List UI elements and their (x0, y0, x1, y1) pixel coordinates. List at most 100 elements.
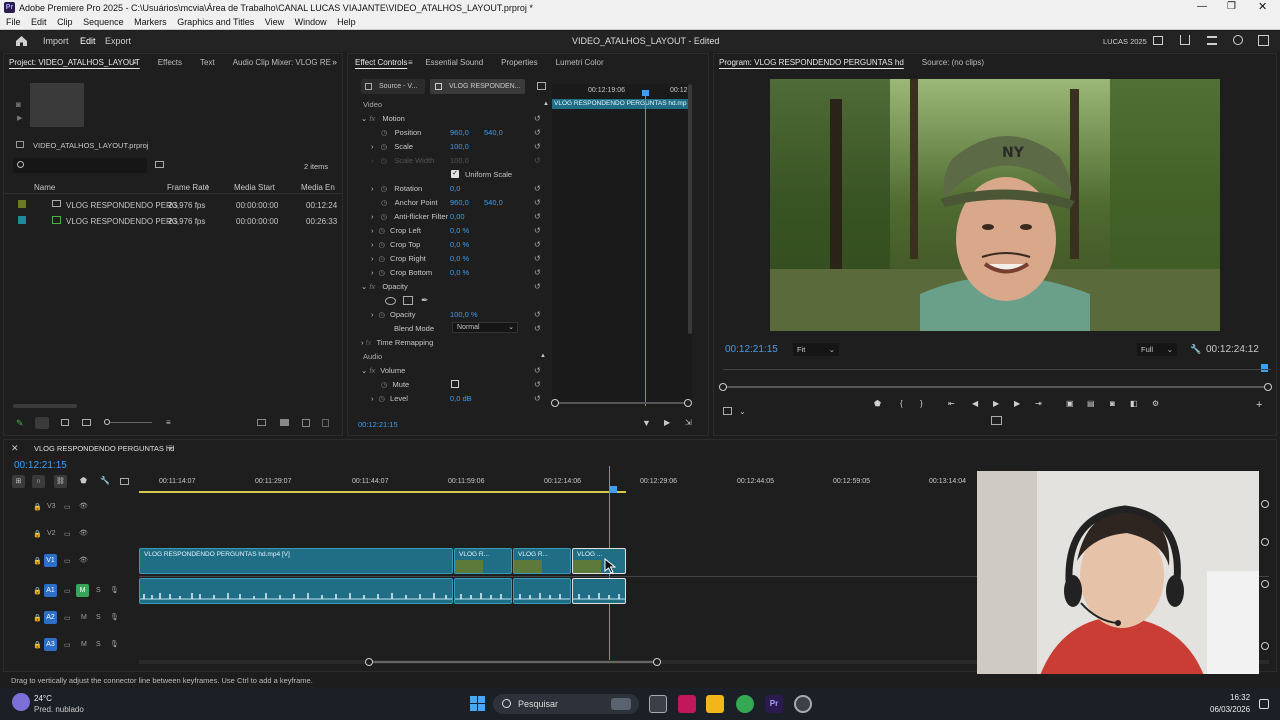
nest-icon[interactable]: ⊞ (12, 475, 25, 488)
program-zoom-bar[interactable] (723, 386, 1271, 388)
program-playhead-marker[interactable] (1261, 364, 1268, 372)
audio-clip-selected[interactable] (572, 578, 626, 604)
solo-button[interactable]: S (96, 641, 101, 648)
audio-clip-main[interactable] (139, 578, 453, 604)
proxy-icon[interactable]: ⚙ (1152, 399, 1159, 408)
reset-icon[interactable]: ↺ (534, 126, 546, 140)
reset-icon[interactable]: ↺ (534, 140, 546, 154)
menu-graphics[interactable]: Graphics and Titles (177, 16, 254, 29)
chevron-right-icon[interactable]: › (361, 338, 364, 347)
new-item-icon[interactable] (302, 419, 310, 427)
reset-icon[interactable]: ↺ (534, 364, 546, 378)
fit-select[interactable]: Fit ⌄ (793, 343, 839, 356)
reset-icon[interactable]: ↺ (534, 280, 546, 294)
solo-button[interactable]: S (96, 587, 101, 594)
zoom-handle-left[interactable] (719, 383, 727, 391)
effect-playhead[interactable] (645, 90, 646, 406)
trash-icon[interactable] (322, 419, 329, 427)
work-area-bar[interactable] (139, 491, 626, 493)
anchor-y-value[interactable]: 540,0 (484, 198, 503, 207)
crop-left-value[interactable]: 0,0 % (450, 226, 469, 235)
export-icon[interactable]: ⇲ (685, 418, 692, 427)
new-bin-icon[interactable] (280, 419, 289, 426)
tab-effects[interactable]: Effects (158, 54, 182, 71)
time-remap-row[interactable]: › fx Time Remapping (361, 338, 433, 347)
opacity-value[interactable]: 100,0 % (450, 310, 478, 319)
stopwatch-icon[interactable]: ◷ (381, 128, 388, 137)
insert-icon[interactable]: ▣ (1066, 399, 1074, 408)
reset-icon[interactable]: ↺ (534, 210, 546, 224)
clip-selector[interactable]: VLOG RESPONDEN... (430, 79, 525, 94)
clock-time[interactable]: 16:32 (1230, 693, 1250, 702)
toggle-timeline-icon[interactable] (537, 82, 546, 90)
close-sequence-icon[interactable]: ✕ (11, 443, 19, 454)
safe-margins-icon[interactable] (723, 407, 732, 415)
tab-text[interactable]: Text (200, 54, 215, 71)
reset-icon[interactable]: ↺ (534, 252, 546, 266)
wrench-icon[interactable]: 🔧 (100, 476, 110, 485)
reset-icon[interactable]: ↺ (534, 378, 546, 392)
eye-icon[interactable]: 👁 (79, 529, 88, 537)
panel-menu-icon[interactable]: ≡ (408, 58, 413, 67)
audio-clip[interactable] (454, 578, 512, 604)
table-row[interactable]: VLOG RESPONDENDO PERG 23,976 fps 00:00:0… (4, 197, 342, 212)
effect-clip-bar[interactable]: VLOG RESPONDENDO PERGUNTAS hd.mp (552, 99, 692, 109)
multicam-icon[interactable] (991, 416, 1002, 425)
chevron-right-icon[interactable]: › (371, 254, 374, 263)
mute-button[interactable]: M (81, 641, 87, 648)
program-current-time[interactable]: 00:12:21:15 (725, 344, 778, 355)
timeline-ruler[interactable]: 00:11:14:07 00:11:29:07 00:11:44:07 00:1… (139, 470, 979, 494)
premiere-taskbar-icon[interactable]: Pr (765, 695, 783, 713)
col-media-end[interactable]: Media En (301, 183, 335, 192)
playhead-handle[interactable] (609, 486, 617, 493)
menu-window[interactable]: Window (295, 16, 327, 29)
stopwatch-icon[interactable]: ◷ (381, 142, 388, 151)
timeline-scroll-thumb[interactable] (369, 661, 657, 663)
maximize-icon[interactable]: ❐ (1227, 1, 1236, 12)
stopwatch-icon[interactable]: ◷ (381, 184, 388, 193)
microphone-icon[interactable]: 🎙 (110, 586, 119, 594)
audio-clip[interactable] (513, 578, 571, 604)
stopwatch-icon[interactable]: ◷ (379, 268, 386, 277)
obs-icon[interactable] (794, 695, 812, 713)
import-tab[interactable]: Import (43, 36, 69, 46)
taskbar-search[interactable]: Pesquisar (493, 694, 639, 714)
workspace-name[interactable]: LUCAS 2025 (1103, 37, 1147, 46)
add-marker-icon[interactable]: ⬟ (874, 399, 881, 408)
mark-out-icon[interactable]: } (920, 399, 923, 408)
chevron-right-icon[interactable]: › (371, 394, 374, 403)
weather-desc[interactable]: Pred. nublado (34, 705, 84, 714)
reset-icon[interactable]: ↺ (534, 112, 546, 126)
quick-search-icon[interactable] (1233, 35, 1243, 45)
stopwatch-icon[interactable]: ◷ (381, 380, 388, 389)
reset-icon[interactable]: ↺ (534, 266, 546, 280)
menu-sequence[interactable]: Sequence (83, 16, 124, 29)
list-view-icon[interactable] (35, 417, 49, 429)
label-color-swatch[interactable] (18, 216, 26, 224)
program-video-frame[interactable]: NY (770, 79, 1220, 331)
zoom-handle-right[interactable] (684, 399, 692, 407)
pen-mask-icon[interactable]: ✒ (421, 295, 429, 306)
stopwatch-icon[interactable]: ◷ (379, 254, 386, 263)
share-icon[interactable] (1180, 35, 1190, 45)
step-back-icon[interactable]: ◀ (972, 399, 978, 408)
wrench-icon[interactable]: 🔧 (1190, 344, 1201, 355)
stopwatch-icon[interactable]: ◷ (379, 310, 386, 319)
icon-view-icon[interactable] (61, 419, 69, 426)
chevron-right-icon[interactable]: › (371, 212, 374, 221)
quality-select[interactable]: Full ⌄ (1137, 343, 1177, 356)
position-x-value[interactable]: 960,0 (450, 128, 469, 137)
notification-icon[interactable] (1259, 699, 1269, 709)
mute-checkbox[interactable] (451, 380, 459, 388)
microphone-icon[interactable]: 🎙 (110, 613, 119, 621)
overwrite-icon[interactable]: ▤ (1087, 399, 1095, 408)
snipping-tool-icon[interactable] (678, 695, 696, 713)
export-frame-icon[interactable]: ◙ (1110, 399, 1115, 408)
sequence-tab[interactable]: VLOG RESPONDENDO PERGUNTAS hd (34, 444, 174, 453)
program-ruler[interactable] (723, 369, 1271, 370)
workspace-layout-icon[interactable] (1153, 36, 1163, 45)
antiflicker-value[interactable]: 0,00 (450, 212, 465, 221)
col-name[interactable]: Name (34, 183, 55, 192)
volume-row[interactable]: ⌄ fx Volume (361, 366, 405, 375)
effect-playhead-handle[interactable] (642, 90, 649, 96)
